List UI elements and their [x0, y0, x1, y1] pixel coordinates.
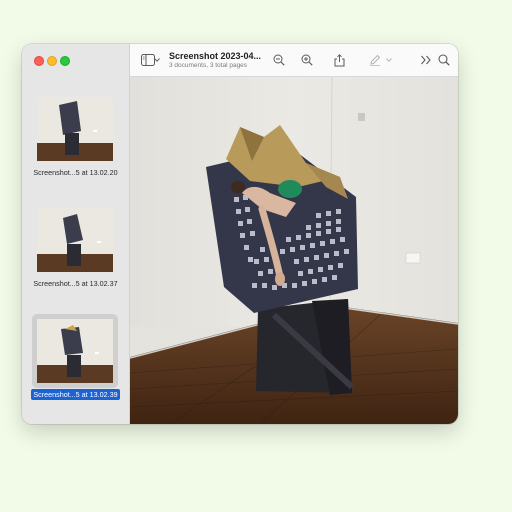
markup-pen-icon[interactable]: [367, 52, 383, 68]
chevron-down-icon[interactable]: [152, 52, 162, 68]
minimize-window-button[interactable]: [47, 56, 57, 66]
thumbnail-image: [37, 319, 113, 383]
zoom-out-icon[interactable]: [271, 52, 287, 68]
fullscreen-window-button[interactable]: [60, 56, 70, 66]
document-view[interactable]: [130, 77, 458, 424]
thumbnail-item-2[interactable]: Screenshot...5 at 13.02.37: [22, 208, 129, 298]
thumbnail-image: [37, 208, 113, 272]
document-title: Screenshot 2023-04...: [169, 51, 262, 61]
more-chevrons-icon[interactable]: [418, 52, 434, 68]
zoom-in-icon[interactable]: [299, 52, 315, 68]
chevron-down-icon[interactable]: [384, 52, 394, 68]
document-subtitle: 3 documents, 3 total pages: [169, 62, 248, 69]
thumbnail-label-selected: Screenshot...5 at 13.02.39: [31, 389, 120, 400]
thumbnail-item-3[interactable]: Screenshot...5 at 13.02.39: [22, 314, 129, 404]
search-icon[interactable]: [436, 52, 452, 68]
thumbnail-label: Screenshot...5 at 13.02.20: [33, 168, 118, 177]
toolbar: Screenshot 2023-04... 3 documents, 3 tot…: [130, 44, 458, 77]
thumbnail-image: [37, 97, 113, 161]
thumbnail-item-1[interactable]: Screenshot...5 at 13.02.20: [22, 97, 129, 187]
thumbnail-sidebar: Screenshot...5 at 13.02.20 Screenshot...…: [22, 44, 130, 424]
thumbnail-label: Screenshot...5 at 13.02.37: [33, 279, 118, 288]
close-window-button[interactable]: [34, 56, 44, 66]
share-icon[interactable]: [331, 52, 347, 68]
preview-window: Screenshot...5 at 13.02.20 Screenshot...…: [22, 44, 458, 424]
document-image: [130, 77, 458, 424]
